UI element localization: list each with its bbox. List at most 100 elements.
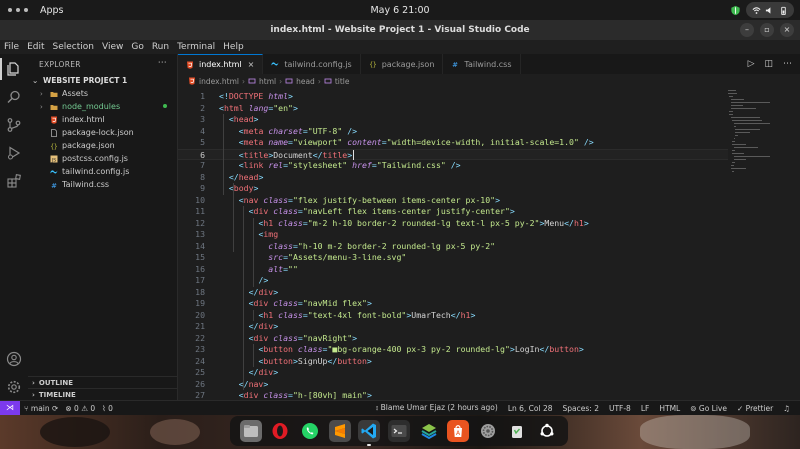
code-line[interactable]: 4 <meta charset="UTF-8" /> (178, 126, 728, 138)
menu-help[interactable]: Help (223, 42, 244, 52)
tab-package-json[interactable]: {} package.json (361, 54, 444, 74)
menu-run[interactable]: Run (152, 42, 169, 52)
code-line[interactable]: 3 <head> (178, 114, 728, 126)
close-icon[interactable]: × (780, 23, 794, 37)
tree-item[interactable]: › Assets (28, 87, 177, 100)
search-icon[interactable] (6, 89, 22, 105)
files-icon[interactable] (239, 420, 262, 442)
extensions-icon[interactable] (6, 173, 22, 189)
code-line[interactable]: 15 src="Assets/menu-3-line.svg" (178, 252, 728, 264)
code-line[interactable]: 2 <html lang="en"> (178, 103, 728, 115)
tree-item[interactable]: tailwind.config.js (28, 165, 177, 178)
explorer-icon[interactable] (6, 61, 22, 77)
maximize-icon[interactable]: ▫ (760, 23, 774, 37)
close-tab-icon[interactable]: × (248, 60, 255, 69)
code-line[interactable]: 1 <!DOCTYPE html> (178, 91, 728, 103)
source-control-icon[interactable] (6, 117, 22, 133)
minimap[interactable] (728, 88, 790, 188)
remote-icon[interactable]: ⋊ (0, 401, 20, 415)
language-mode[interactable]: HTML (659, 404, 680, 413)
more-actions-icon[interactable]: ⋯ (158, 58, 167, 68)
prettier-status[interactable]: ✓ Prettier (737, 404, 773, 413)
more-actions-icon[interactable]: ⋯ (783, 59, 792, 69)
whatsapp-icon[interactable] (299, 420, 321, 442)
code-line[interactable]: 14 class="h-10 m-2 border-2 rounded-lg p… (178, 241, 728, 253)
tab-index-html[interactable]: index.html × (178, 54, 264, 74)
code-line[interactable]: 25 </div> (178, 367, 728, 379)
tree-item[interactable]: index.html (28, 113, 177, 126)
gear-icon[interactable] (6, 379, 22, 395)
menu-terminal[interactable]: Terminal (177, 42, 215, 52)
code-line[interactable]: 12 <h1 class="m-2 h-10 border-2 rounded-… (178, 218, 728, 230)
line-ending[interactable]: LF (641, 404, 650, 413)
code-line[interactable]: 5 <meta name="viewport" content="width=d… (178, 137, 728, 149)
project-folder[interactable]: ⌄ WEBSITE PROJECT 1 (28, 74, 177, 87)
tree-item[interactable]: # Tailwind.css (28, 178, 177, 191)
breadcrumb-file[interactable]: index.html (199, 77, 239, 86)
ports-status[interactable]: ⌇ 0 (102, 404, 113, 413)
indentation[interactable]: Spaces: 2 (563, 404, 599, 413)
run-icon[interactable]: ▷ (748, 59, 755, 69)
code-line[interactable]: 11 <div class="navLeft flex items-center… (178, 206, 728, 218)
sublime-icon[interactable] (328, 420, 351, 442)
outline-section[interactable]: › OUTLINE (28, 376, 178, 388)
tree-item[interactable]: › node_modules (28, 100, 177, 113)
code-line[interactable]: 18 </div> (178, 287, 728, 299)
code-line[interactable]: 6 <title>Document</title> (178, 148, 728, 160)
menu-go[interactable]: Go (131, 42, 143, 52)
breadcrumb-title[interactable]: title (335, 77, 350, 86)
tree-item[interactable]: package-lock.json (28, 126, 177, 139)
settings-icon[interactable] (477, 420, 499, 442)
branch-status[interactable]: ⑂ main ⟳ (24, 404, 58, 413)
code-line[interactable]: 24 <button>SignUp</button> (178, 356, 728, 368)
menu-selection[interactable]: Selection (53, 42, 94, 52)
tree-item[interactable]: JS postcss.config.js (28, 152, 177, 165)
code-line[interactable]: 21 </div> (178, 321, 728, 333)
code-line[interactable]: 8 </head> (178, 172, 728, 184)
menu-file[interactable]: File (4, 42, 19, 52)
ubuntu-icon[interactable] (536, 420, 558, 442)
tab-tailwind-config-js[interactable]: tailwind.config.js (263, 54, 361, 74)
cursor-position[interactable]: Ln 6, Col 28 (508, 404, 553, 413)
notifications-icon[interactable]: ♫ (783, 404, 790, 413)
code-line[interactable]: 10 <nav class="flex justify-between item… (178, 195, 728, 207)
timeline-section[interactable]: › TIMELINE (28, 388, 178, 400)
apps-menu[interactable]: Apps (40, 5, 64, 16)
encoding[interactable]: UTF-8 (609, 404, 631, 413)
menu-edit[interactable]: Edit (27, 42, 44, 52)
run-debug-icon[interactable] (6, 145, 22, 161)
code-line[interactable]: 13 <img (178, 229, 728, 241)
tab-tailwind-css[interactable]: # Tailwind.css (443, 54, 521, 74)
system-tray[interactable] (730, 2, 794, 18)
vscode-icon[interactable] (358, 420, 381, 446)
code-line[interactable]: 17 /> (178, 275, 728, 287)
terminal-icon[interactable] (387, 420, 410, 442)
minimize-icon[interactable]: – (740, 23, 754, 37)
code-line[interactable]: 20 <h1 class="text-4xl font-bold">UmarTe… (178, 310, 728, 322)
code-line[interactable]: 22 <div class="navRight"> (178, 333, 728, 345)
account-icon[interactable] (6, 351, 22, 367)
appstore-icon[interactable]: A (447, 420, 470, 442)
code-editor[interactable]: 1 <!DOCTYPE html> 2 <html lang="en"> 3 <head… (178, 88, 800, 412)
opera-icon[interactable] (269, 420, 291, 442)
code-line[interactable]: 23 <button class="■bg-orange-400 px-3 py… (178, 344, 728, 356)
split-editor-icon[interactable]: ◫ (764, 59, 773, 69)
git-blame-status[interactable]: ⦂ Blame Umar Ejaz (2 hours ago) (376, 403, 498, 413)
activities-button[interactable] (8, 8, 28, 12)
window-title-bar[interactable]: index.html - Website Project 1 - Visual … (0, 20, 800, 40)
code-line[interactable]: 7 <link rel="stylesheet" href="Tailwind.… (178, 160, 728, 172)
trash-icon[interactable] (506, 420, 528, 442)
problems-status[interactable]: ⊗ 0 ⚠ 0 (65, 404, 95, 413)
breadcrumb-head[interactable]: head (296, 77, 315, 86)
shield-icon[interactable] (730, 5, 741, 16)
code-line[interactable]: 26 </nav> (178, 379, 728, 391)
code-line[interactable]: 9 <body> (178, 183, 728, 195)
breadcrumb-html[interactable]: html (259, 77, 276, 86)
clock[interactable]: May 6 21:00 (0, 5, 800, 16)
layers-icon[interactable] (418, 420, 440, 442)
status-menu-button[interactable] (746, 2, 794, 18)
code-line[interactable]: 19 <div class="navMid flex"> (178, 298, 728, 310)
code-line[interactable]: 16 alt="" (178, 264, 728, 276)
menu-view[interactable]: View (102, 42, 123, 52)
tree-item[interactable]: {} package.json (28, 139, 177, 152)
